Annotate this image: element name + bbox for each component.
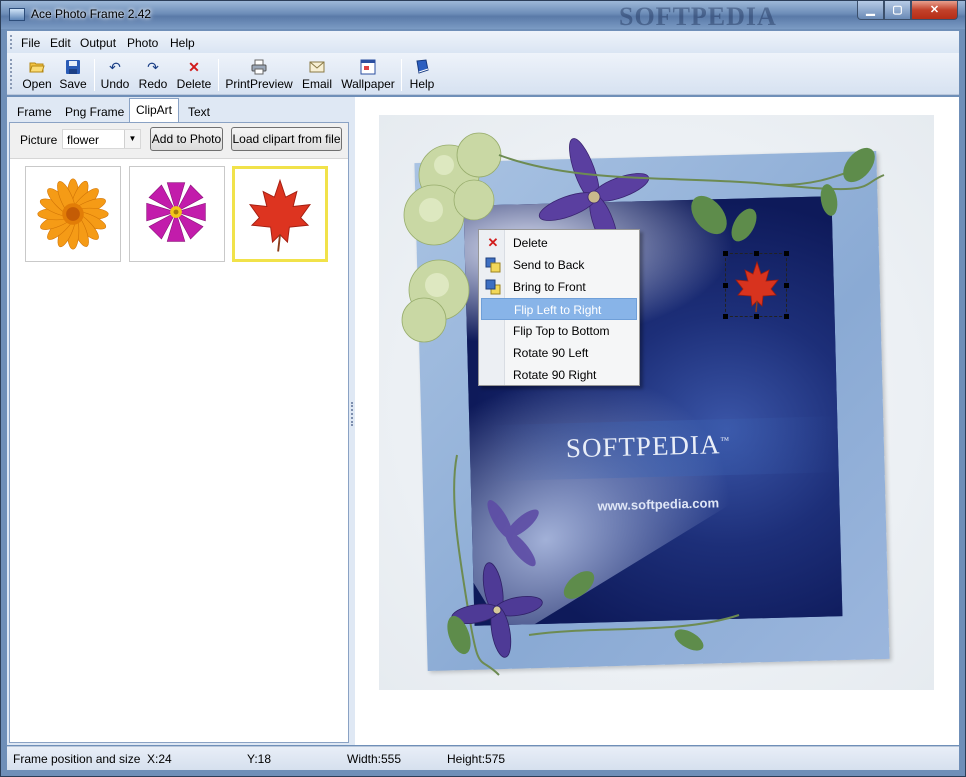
resize-handle[interactable] [754,251,759,256]
help-button[interactable]: Help [406,55,438,93]
save-button[interactable]: Save [57,55,89,93]
window-title: Ace Photo Frame 2.42 [31,7,152,21]
resize-handle[interactable] [784,314,789,319]
context-menu-delete[interactable]: ✕ Delete [481,232,637,254]
menu-bar: File Edit Output Photo Help [7,31,959,53]
clipart-thumb-red-maple-leaf[interactable] [232,166,328,262]
load-clipart-button[interactable]: Load clipart from file [231,127,342,151]
email-button[interactable]: Email [297,55,337,93]
toolbar-separator [401,59,402,91]
undo-button[interactable]: ↶ Undo [99,55,131,93]
picture-label: Picture [20,133,58,147]
chevron-down-icon: ▼ [124,130,140,148]
close-button[interactable]: ✕ [911,1,958,20]
status-x: X:24 [147,752,172,766]
status-label: Frame position and size [13,752,141,766]
status-height: Height:575 [447,752,506,766]
app-window: Ace Photo Frame 2.42 SOFTPEDIA ▁ ▢ ✕ Fil… [0,0,966,777]
context-menu-rotate-90-right[interactable]: Rotate 90 Right [481,364,637,386]
frame-flower-decoration [401,132,885,676]
maximize-icon: ▢ [892,4,903,16]
send-to-back-icon [485,257,501,273]
photo-preview[interactable]: SOFTPEDIA™ www.softpedia.com [379,115,934,690]
tab-png-frame[interactable]: Png Frame [59,101,130,122]
red-maple-leaf-image [249,178,311,252]
resize-handle[interactable] [723,283,728,288]
picture-category-select[interactable]: flower ▼ [62,129,141,149]
resize-handle[interactable] [723,251,728,256]
delete-button[interactable]: ✕ Delete [175,55,213,93]
toolbar-grip [10,59,12,89]
status-bar: Frame position and size X:24 Y:18 Width:… [7,746,959,770]
redo-icon: ↷ [147,59,159,75]
magenta-flower-image [146,182,206,242]
menu-file[interactable]: File [21,36,40,50]
picture-row: Picture flower ▼ Add to Photo Load clipa… [10,123,348,159]
context-menu-send-to-back[interactable]: Send to Back [481,254,637,276]
selected-clipart-on-photo[interactable] [723,251,789,319]
clipart-context-menu: ✕ Delete Send to Back Bring to Front Fli… [478,229,640,386]
minimize-button[interactable]: ▁ [857,1,884,20]
resize-handle[interactable] [723,314,728,319]
clipart-tab-panel: Picture flower ▼ Add to Photo Load clipa… [9,122,349,743]
context-menu-bring-to-front[interactable]: Bring to Front [481,276,637,298]
resize-handle[interactable] [784,283,789,288]
minimize-icon: ▁ [866,4,875,16]
status-y: Y:18 [247,752,272,766]
title-bar: Ace Photo Frame 2.42 SOFTPEDIA ▁ ▢ ✕ [1,1,965,31]
menu-photo[interactable]: Photo [127,36,158,50]
status-width: Width:555 [347,752,402,766]
tab-frame[interactable]: Frame [11,101,58,122]
context-menu-rotate-90-left[interactable]: Rotate 90 Left [481,342,637,364]
save-disk-icon [65,59,81,75]
splitter-grip [351,402,354,426]
tab-clipart[interactable]: ClipArt [129,98,180,122]
maximize-button[interactable]: ▢ [884,1,911,20]
wallpaper-button[interactable]: Wallpaper [339,55,397,93]
context-menu-flip-top-to-bottom[interactable]: Flip Top to Bottom [481,320,637,342]
bring-to-front-icon [485,279,501,295]
placed-maple-leaf-image [735,260,779,313]
undo-icon: ↶ [109,59,121,75]
redo-button[interactable]: ↷ Redo [137,55,169,93]
wallpaper-icon [360,59,376,75]
clipart-thumb-magenta-flower[interactable] [129,166,225,262]
printer-icon [251,59,267,75]
print-preview-button[interactable]: PrintPreview [223,55,295,93]
delete-x-icon: ✕ [188,59,200,75]
menu-help[interactable]: Help [170,36,195,50]
picture-category-value: flower [67,133,100,147]
help-book-icon [414,59,430,75]
orange-flower-image [37,178,109,250]
toolbar: Open Save ↶ Undo ↷ Redo ✕ Delete PrintPr… [7,53,959,95]
open-button[interactable]: Open [19,55,55,93]
delete-x-icon: ✕ [487,235,499,250]
left-panel: Frame Png Frame ClipArt Text Picture flo… [7,97,351,745]
resize-handle[interactable] [784,251,789,256]
open-folder-icon [29,59,45,75]
resize-handle[interactable] [754,314,759,319]
tab-text[interactable]: Text [182,101,216,122]
photo-canvas: SOFTPEDIA™ www.softpedia.com [355,97,959,745]
app-icon [9,8,25,21]
title-watermark: SOFTPEDIA [619,2,777,31]
toolbar-separator [218,59,219,91]
menu-grip [10,35,12,49]
menu-edit[interactable]: Edit [50,36,71,50]
menu-output[interactable]: Output [80,36,116,50]
context-menu-flip-left-to-right[interactable]: Flip Left to Right [481,298,637,320]
toolbar-separator [94,59,95,91]
clipart-thumb-orange-flower[interactable] [25,166,121,262]
email-icon [309,59,325,75]
add-to-photo-button[interactable]: Add to Photo [150,127,223,151]
close-icon: ✕ [929,4,940,16]
